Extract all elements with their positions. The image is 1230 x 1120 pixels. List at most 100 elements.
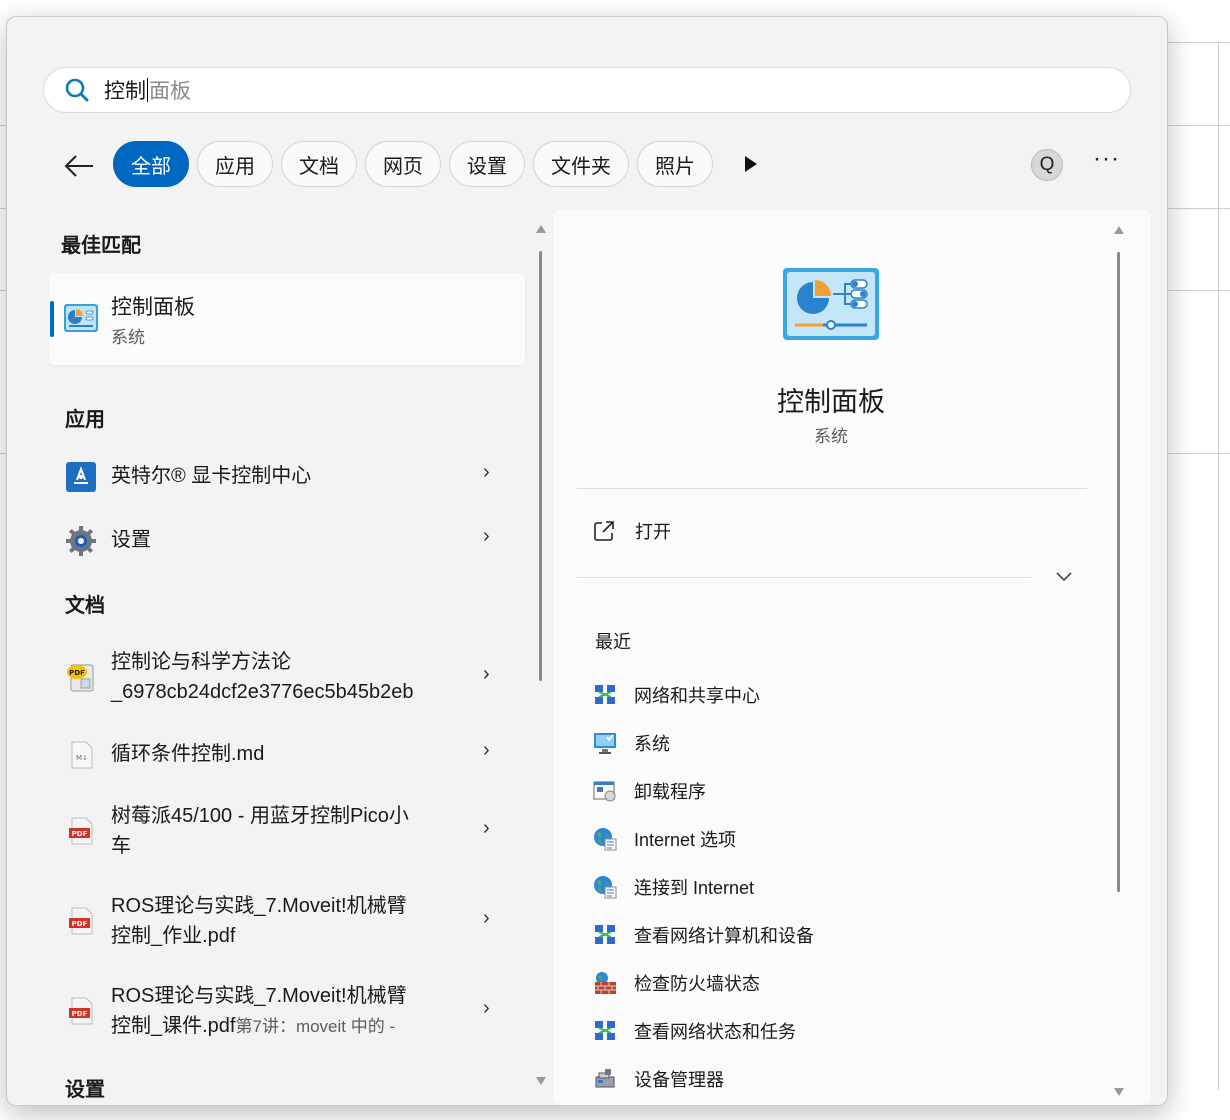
document-name-line1: 树莓派45/100 - 用蓝牙控制Pico小 bbox=[111, 805, 409, 827]
list-item-document[interactable]: PDF 树莓派45/100 - 用蓝牙控制Pico小 车 › bbox=[49, 799, 525, 863]
scrollbar-thumb[interactable] bbox=[1117, 252, 1120, 892]
filter-chip-photos[interactable]: 照片 bbox=[637, 141, 713, 187]
svg-text:M↓: M↓ bbox=[76, 754, 88, 762]
preview-scrollbar[interactable] bbox=[1113, 226, 1124, 1096]
network-icon bbox=[595, 1021, 615, 1040]
filter-bar: 全部 应用 文档 网页 设置 文件夹 照片 Q ··· bbox=[57, 141, 1137, 189]
gear-icon bbox=[66, 526, 96, 556]
results-scrollbar[interactable] bbox=[536, 225, 546, 1085]
recent-item-label: 设备管理器 bbox=[634, 1070, 724, 1090]
recent-item-label: 查看网络计算机和设备 bbox=[634, 926, 814, 946]
results-list: 最佳匹配 控制面板 系统 应用 英特尔® 显卡控制中心 › 设置 › 文档 PD… bbox=[49, 217, 529, 1105]
filter-chips: 全部 应用 文档 网页 设置 文件夹 照片 bbox=[113, 141, 713, 187]
recent-item[interactable]: 卸载程序 bbox=[593, 776, 706, 806]
list-item-label: 设置 bbox=[111, 529, 151, 551]
filter-chip-documents[interactable]: 文档 bbox=[281, 141, 357, 187]
document-name: 树莓派45/100 - 用蓝牙控制Pico小 车 bbox=[111, 801, 409, 861]
firewall-icon bbox=[595, 972, 616, 994]
filter-chip-all[interactable]: 全部 bbox=[113, 141, 189, 187]
filter-chip-settings[interactable]: 设置 bbox=[449, 141, 525, 187]
scroll-down-arrow-icon[interactable] bbox=[536, 1077, 546, 1085]
settings-heading: 设置 bbox=[65, 1079, 105, 1101]
list-item-document[interactable]: PDF 控制论与科学方法论 _6978cb24dcf2e3776ec5b45b2… bbox=[49, 645, 525, 709]
recent-item[interactable]: 网络和共享中心 bbox=[593, 680, 760, 710]
recent-item[interactable]: 查看网络状态和任务 bbox=[593, 1016, 796, 1046]
list-item-settings[interactable]: 设置 › bbox=[49, 521, 525, 565]
recent-item-label: 连接到 Internet bbox=[634, 878, 755, 898]
chevron-right-icon[interactable]: › bbox=[483, 739, 490, 762]
search-typed-text: 控制 bbox=[104, 80, 146, 103]
document-name-line2-wrap: 控制_课件.pdf第7讲：moveit 中的 - bbox=[111, 1011, 407, 1042]
chevron-down-icon[interactable] bbox=[1055, 570, 1073, 582]
network-icon bbox=[595, 925, 615, 944]
more-options-button[interactable]: ··· bbox=[1093, 145, 1120, 173]
table-rule bbox=[1166, 208, 1230, 209]
filter-chip-web[interactable]: 网页 bbox=[365, 141, 441, 187]
recent-heading: 最近 bbox=[595, 632, 631, 652]
document-name-line1: ROS理论与实践_7.Moveit!机械臂 bbox=[111, 895, 407, 917]
avatar[interactable]: Q bbox=[1031, 149, 1063, 181]
pdf-icon: PDF bbox=[69, 907, 93, 935]
monitor-icon bbox=[594, 733, 616, 754]
svg-text:PDF: PDF bbox=[72, 1010, 88, 1018]
scroll-up-arrow-icon[interactable] bbox=[536, 225, 546, 233]
recent-item-label: Internet 选项 bbox=[634, 830, 737, 850]
open-label: 打开 bbox=[635, 522, 671, 542]
chevron-right-icon[interactable]: › bbox=[483, 907, 490, 930]
scrollbar-thumb[interactable] bbox=[539, 251, 542, 681]
preview-pane: 控制面板 系统 打开 最近 网络和共享中心 系统 卸载程序 Internet 选… bbox=[553, 210, 1151, 1105]
recent-item[interactable]: 设备管理器 bbox=[593, 1064, 724, 1094]
best-match-card[interactable]: 控制面板 系统 bbox=[49, 273, 525, 365]
preview-title: 控制面板 bbox=[777, 387, 885, 417]
list-item-intel-graphics[interactable]: 英特尔® 显卡控制中心 › bbox=[49, 457, 525, 501]
open-external-icon bbox=[594, 521, 614, 541]
chevron-right-icon[interactable]: › bbox=[483, 817, 490, 840]
text-caret bbox=[147, 78, 148, 102]
recent-item[interactable]: 系统 bbox=[593, 728, 670, 758]
search-icon bbox=[65, 78, 89, 102]
play-icon[interactable] bbox=[743, 155, 759, 173]
document-name-line2: 车 bbox=[111, 835, 131, 857]
arrow-left-icon[interactable] bbox=[61, 151, 97, 181]
recent-item-label: 卸载程序 bbox=[634, 782, 706, 802]
list-item-document[interactable]: M↓ 循环条件控制.md › bbox=[49, 735, 525, 775]
recent-item[interactable]: Internet 选项 bbox=[593, 824, 736, 854]
chevron-right-icon[interactable]: › bbox=[483, 461, 490, 484]
search-suggestion-text: 面板 bbox=[149, 80, 191, 103]
divider bbox=[577, 488, 1087, 489]
table-rule bbox=[1166, 290, 1230, 291]
selection-indicator bbox=[50, 301, 54, 337]
recent-item-label: 检查防火墙状态 bbox=[634, 974, 760, 994]
document-name-line2: _6978cb24dcf2e3776ec5b45b2eb bbox=[111, 681, 414, 703]
best-match-heading: 最佳匹配 bbox=[61, 235, 141, 257]
pdf-icon: PDF bbox=[69, 997, 93, 1025]
scroll-down-arrow-icon[interactable] bbox=[1114, 1088, 1124, 1096]
document-name-line1: ROS理论与实践_7.Moveit!机械臂 bbox=[111, 985, 407, 1007]
chevron-right-icon[interactable]: › bbox=[483, 997, 490, 1020]
control-panel-icon bbox=[783, 268, 879, 340]
table-rule bbox=[1166, 453, 1230, 454]
device-manager-icon bbox=[595, 1069, 615, 1088]
list-item-document[interactable]: PDF ROS理论与实践_7.Moveit!机械臂 控制_作业.pdf › bbox=[49, 889, 525, 953]
chevron-right-icon[interactable]: › bbox=[483, 525, 490, 548]
recent-item-label: 系统 bbox=[634, 734, 670, 754]
recent-item-label: 网络和共享中心 bbox=[634, 686, 760, 706]
best-match-title: 控制面板 bbox=[111, 296, 195, 319]
svg-text:PDF: PDF bbox=[69, 669, 85, 677]
table-rule bbox=[1166, 125, 1230, 126]
search-query: 控制 面板 bbox=[104, 75, 191, 105]
list-item-document[interactable]: PDF ROS理论与实践_7.Moveit!机械臂 控制_课件.pdf第7讲：m… bbox=[49, 979, 525, 1043]
chevron-right-icon[interactable]: › bbox=[483, 663, 490, 686]
search-input[interactable]: 控制 面板 bbox=[43, 67, 1131, 113]
recent-item-label: 查看网络状态和任务 bbox=[634, 1022, 796, 1042]
svg-text:PDF: PDF bbox=[72, 920, 88, 928]
recent-item[interactable]: 查看网络计算机和设备 bbox=[593, 920, 814, 950]
scroll-up-arrow-icon[interactable] bbox=[1114, 226, 1124, 234]
filter-chip-folders[interactable]: 文件夹 bbox=[533, 141, 629, 187]
open-action[interactable]: 打开 bbox=[593, 518, 671, 544]
recent-item[interactable]: 连接到 Internet bbox=[593, 872, 754, 902]
intel-graphics-icon bbox=[66, 462, 96, 492]
recent-item[interactable]: 检查防火墙状态 bbox=[593, 968, 760, 998]
filter-chip-apps[interactable]: 应用 bbox=[197, 141, 273, 187]
table-rule bbox=[1166, 42, 1230, 43]
